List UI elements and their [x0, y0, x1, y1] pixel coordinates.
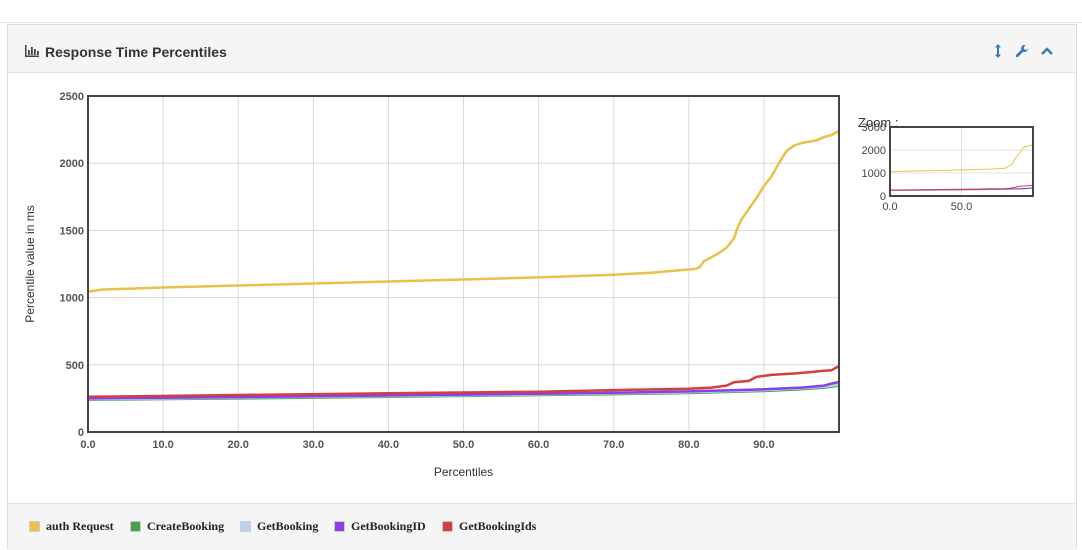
- x-tick-label: 40.0: [378, 439, 399, 451]
- chevron-up-icon[interactable]: [1039, 43, 1055, 59]
- legend-item[interactable]: GetBookingID: [334, 518, 426, 534]
- y-tick-label: 2000: [60, 158, 84, 170]
- y-tick-label: 1500: [60, 225, 84, 237]
- legend-label: GetBookingID: [351, 518, 426, 533]
- x-axis-label: Percentiles: [434, 465, 493, 479]
- panel-header: Response Time Percentiles: [8, 25, 1076, 73]
- legend-swatch: [29, 520, 40, 532]
- legend: auth Request CreateBooking GetBooking GetBo…: [8, 503, 1076, 550]
- percentiles-chart[interactable]: 0.0 10.0 20.0 30.0 40.0 50.0 60.0 70.0 80.0 90.0 0…: [8, 73, 1076, 503]
- chart-area: 0.0 10.0 20.0 30.0 40.0 50.0 60.0 70.0 80.0 90.0 0…: [8, 73, 1076, 503]
- x-tick-label: 70.0: [603, 439, 624, 451]
- y-tick-label: 500: [66, 360, 84, 372]
- bar-chart-icon: [25, 45, 39, 57]
- panel-title: Response Time Percentiles: [45, 44, 227, 60]
- legend-item[interactable]: auth Request: [29, 518, 114, 534]
- legend-label: auth Request: [46, 518, 114, 533]
- x-tick-label: 0.0: [80, 439, 95, 451]
- legend-swatch: [334, 520, 345, 532]
- legend-item[interactable]: GetBooking: [240, 518, 318, 534]
- x-tick-label: 20.0: [227, 439, 248, 451]
- legend-label: GetBookingIds: [459, 518, 537, 533]
- x-tick-label: 50.0: [453, 439, 474, 451]
- legend-item[interactable]: CreateBooking: [130, 518, 224, 534]
- zoom-x-tick-label: 50.0: [951, 201, 972, 213]
- chart-panel: Response Time Percentiles 0.0 10.0 20.0 30.…: [7, 24, 1077, 550]
- x-tick-label: 60.0: [528, 439, 549, 451]
- legend-item[interactable]: GetBookingIds: [442, 518, 536, 534]
- y-axis-label: Percentile value in ms: [23, 205, 37, 322]
- wrench-icon[interactable]: [1014, 43, 1030, 59]
- legend-swatch: [442, 520, 453, 532]
- zoom-x-tick-label: 0.0: [882, 201, 897, 213]
- zoom-y-tick-label: 3000: [862, 122, 886, 134]
- x-tick-label: 30.0: [303, 439, 324, 451]
- y-tick-label: 0: [78, 427, 84, 439]
- y-tick-label: 2500: [60, 91, 84, 103]
- x-tick-label: 10.0: [152, 439, 173, 451]
- legend-label: CreateBooking: [147, 518, 225, 533]
- zoom-y-tick-label: 1000: [862, 168, 886, 180]
- legend-swatch: [130, 520, 141, 532]
- top-divider: [0, 22, 1082, 23]
- x-tick-label: 80.0: [678, 439, 699, 451]
- legend-label: GetBooking: [257, 518, 319, 533]
- legend-swatch: [240, 520, 251, 532]
- resize-vertical-icon[interactable]: [990, 43, 1006, 59]
- x-tick-label: 90.0: [753, 439, 774, 451]
- y-tick-label: 1000: [60, 293, 84, 305]
- zoom-y-tick-label: 2000: [862, 145, 886, 157]
